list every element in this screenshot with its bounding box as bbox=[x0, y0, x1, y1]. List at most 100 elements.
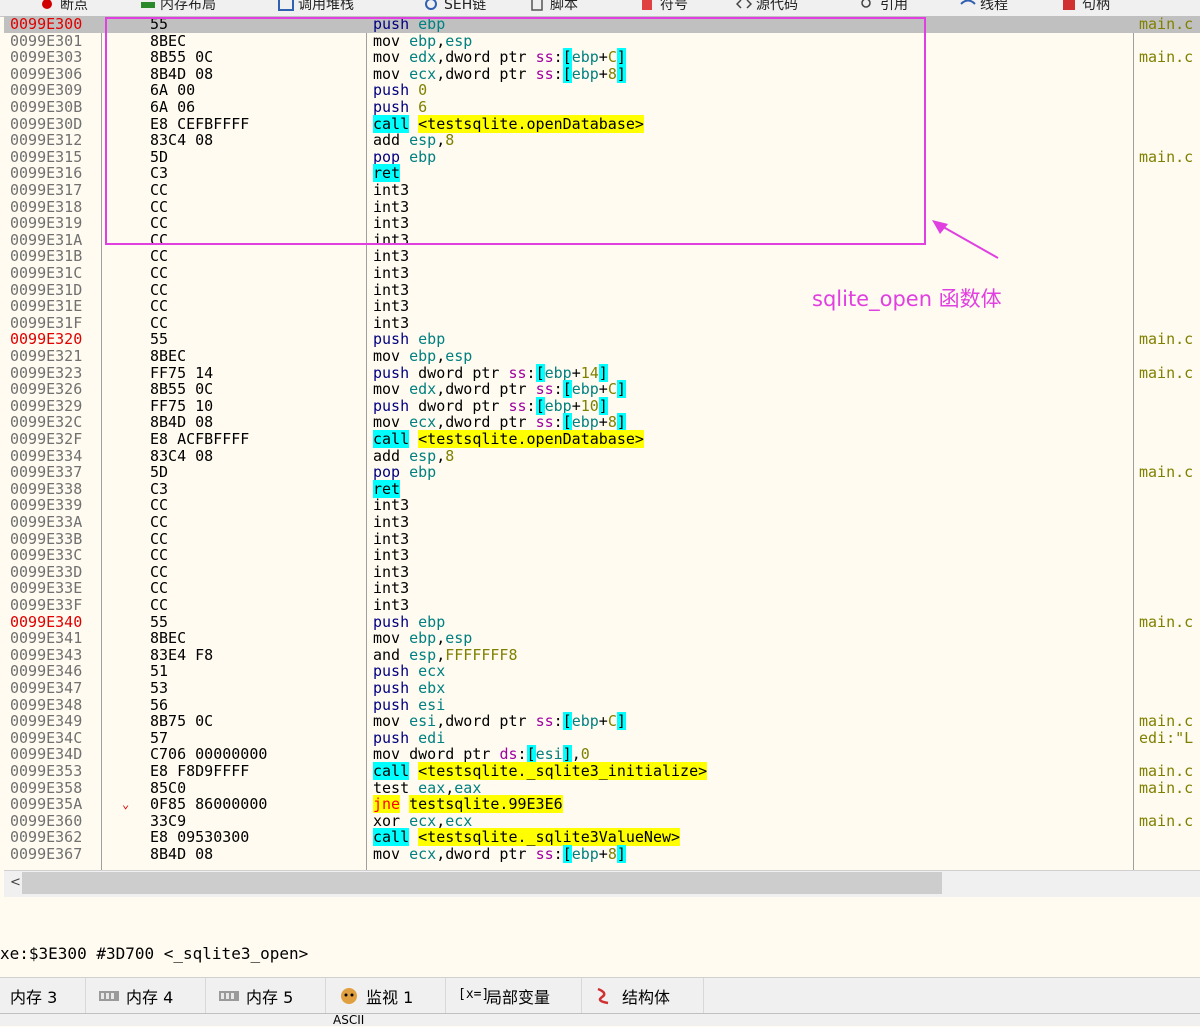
row-bytes: CC bbox=[150, 264, 169, 282]
row-instruction: push ebx bbox=[373, 679, 446, 697]
disasm-row[interactable]: 0099E341 8BEC mov ebp,esp bbox=[4, 630, 1200, 647]
disasm-row[interactable]: 0099E33F CC int3 bbox=[4, 597, 1200, 614]
row-address: 0099E35A bbox=[10, 795, 83, 814]
disasm-row[interactable]: 0099E339 CC int3 bbox=[4, 497, 1200, 514]
disasm-row[interactable]: 0099E337 5D pop ebp main.c bbox=[4, 464, 1200, 481]
disasm-row[interactable]: 0099E321 8BEC mov ebp,esp bbox=[4, 348, 1200, 365]
row-comment: main.c bbox=[1139, 811, 1194, 830]
tab-memory-4[interactable]: 内存 4 bbox=[88, 978, 206, 1014]
disasm-row[interactable]: 0099E353 E8 F8D9FFFF call <testsqlite._sql… bbox=[4, 762, 1200, 780]
disasm-row[interactable]: 0099E360 33C9 xor ecx,ecx main.c bbox=[4, 811, 1200, 830]
row-instruction: int3 bbox=[373, 596, 410, 614]
tab-memory-map[interactable]: 内存布局 bbox=[140, 0, 216, 15]
breakpoint-icon bbox=[40, 0, 54, 11]
disasm-row[interactable]: 0099E326 8B55 0C mov edx,dword ptr ss:[ebp… bbox=[4, 380, 1200, 399]
row-bytes: CC bbox=[150, 313, 169, 332]
tab-watch-1[interactable]: 监视 1 bbox=[328, 978, 446, 1014]
row-address: 0099E34D bbox=[10, 745, 83, 764]
tab-script[interactable]: 脚本 bbox=[530, 0, 578, 15]
row-address: 0099E31F bbox=[10, 313, 83, 332]
row-address: 0099E360 bbox=[10, 811, 83, 830]
disasm-row[interactable]: 0099E31E CC int3 bbox=[4, 298, 1200, 315]
tab-threads[interactable]: 线程 bbox=[960, 0, 1008, 15]
disasm-row[interactable]: 0099E33E CC int3 bbox=[4, 580, 1200, 597]
disasm-row[interactable]: 0099E31D CC int3 bbox=[4, 280, 1200, 299]
call-stack-icon bbox=[278, 0, 294, 11]
row-bytes: FF75 10 bbox=[150, 396, 214, 415]
row-bytes: 33C9 bbox=[150, 811, 187, 830]
disasm-row[interactable]: 0099E334 83C4 08 add esp,8 bbox=[4, 447, 1200, 465]
row-instruction: mov ebp,esp bbox=[373, 347, 473, 365]
row-instruction: ret bbox=[373, 479, 401, 498]
row-address: 0099E309 bbox=[10, 81, 83, 100]
disasm-row[interactable]: 0099E32C 8B4D 08 mov ecx,dword ptr ss:[ebp… bbox=[4, 413, 1200, 432]
disasm-row[interactable]: 0099E338 C3 ret bbox=[4, 479, 1200, 498]
disasm-row[interactable]: 0099E348 56 push esi bbox=[4, 695, 1200, 714]
row-comment: main.c bbox=[1139, 16, 1194, 33]
tab-handles[interactable]: 句柄 bbox=[1062, 0, 1110, 15]
row-address: 0099E33B bbox=[10, 529, 83, 548]
disasm-row[interactable]: 0099E34D C706 00000000 mov dword ptr ds:[e… bbox=[4, 745, 1200, 764]
tab-seh-chain[interactable]: SEH链 bbox=[424, 0, 486, 15]
disasm-row[interactable]: 0099E323 FF75 14 push dword ptr ss:[ebp+14… bbox=[4, 363, 1200, 382]
disasm-row[interactable]: 0099E346 51 push ecx bbox=[4, 663, 1200, 680]
disasm-row[interactable]: 0099E32F E8 ACFBFFFF call <testsqlite.open… bbox=[4, 430, 1200, 448]
tab-references[interactable]: 引用 bbox=[860, 0, 908, 15]
disasm-row[interactable]: 0099E33B CC int3 bbox=[4, 529, 1200, 548]
tab-breakpoints[interactable]: 断点 bbox=[40, 0, 88, 15]
row-bytes: 8BEC bbox=[150, 347, 187, 365]
bottom-dump-header: ASCII bbox=[0, 1013, 1200, 1027]
row-address: 0099E30B bbox=[10, 98, 83, 116]
row-address: 0099E33E bbox=[10, 579, 83, 598]
disasm-row[interactable]: 0099E343 83E4 F8 and esp,FFFFFFF8 bbox=[4, 645, 1200, 664]
disasm-row[interactable]: 0099E347 53 push ebx bbox=[4, 680, 1200, 697]
tab-struct[interactable]: 结构体 bbox=[584, 978, 704, 1014]
tab-memory-3[interactable]: 内存 3 bbox=[0, 978, 86, 1014]
row-instruction: and esp,FFFFFFF8 bbox=[373, 645, 518, 664]
row-bytes: CC bbox=[150, 546, 169, 565]
tab-call-stack[interactable]: 调用堆栈 bbox=[278, 0, 354, 15]
disasm-row[interactable]: 0099E33C CC int3 bbox=[4, 547, 1200, 564]
row-bytes: C706 00000000 bbox=[150, 745, 268, 764]
struct-icon bbox=[594, 987, 614, 1005]
row-address: 0099E33A bbox=[10, 513, 83, 531]
row-bytes: 53 bbox=[150, 679, 169, 697]
scroll-left-arrow-icon[interactable]: < bbox=[10, 875, 21, 890]
horizontal-scrollbar[interactable]: < bbox=[4, 870, 1200, 897]
row-bytes: C3 bbox=[150, 479, 169, 498]
disasm-row[interactable]: 0099E329 FF75 10 push dword ptr ss:[ebp+10… bbox=[4, 396, 1200, 415]
tab-symbols[interactable]: 符号 bbox=[640, 0, 688, 15]
row-address: 0099E337 bbox=[10, 463, 83, 482]
disasm-row[interactable]: 0099E33A CC int3 bbox=[4, 514, 1200, 531]
row-instruction: push dword ptr ss:[ebp+14] bbox=[373, 363, 608, 382]
disasm-row[interactable]: 0099E33D CC int3 bbox=[4, 562, 1200, 581]
threads-icon bbox=[960, 0, 976, 11]
row-bytes: CC bbox=[150, 596, 169, 614]
row-address: 0099E31D bbox=[10, 280, 83, 299]
disasm-row[interactable]: 0099E362 E8 09530300 call <testsqlite._sql… bbox=[4, 828, 1200, 847]
info-panel: xe:$3E300 #3D700 <_sqlite3_open> bbox=[0, 897, 1200, 977]
tab-memory-5[interactable]: 内存 5 bbox=[208, 978, 326, 1014]
row-address: 0099E315 bbox=[10, 147, 83, 166]
disasm-row[interactable]: 0099E35A ⌄ 0F85 86000000 jne testsqlite.99E… bbox=[4, 795, 1200, 814]
row-bytes: 56 bbox=[150, 695, 169, 714]
row-bytes: E8 09530300 bbox=[150, 828, 250, 847]
disasm-row[interactable]: 0099E31F CC int3 bbox=[4, 313, 1200, 332]
disasm-row[interactable]: 0099E349 8B75 0C mov esi,dword ptr ss:[ebp… bbox=[4, 712, 1200, 731]
tab-locals[interactable]: [x=] 局部变量 bbox=[448, 978, 582, 1014]
disasm-row[interactable]: 0099E34C 57 push edi edi:"L bbox=[4, 729, 1200, 747]
row-bytes: CC bbox=[150, 562, 169, 581]
disasm-row[interactable]: 0099E358 85C0 test eax,eax main.c bbox=[4, 779, 1200, 797]
disasm-row[interactable]: 0099E31C CC int3 bbox=[4, 265, 1200, 282]
row-address: 0099E323 bbox=[10, 363, 83, 382]
row-instruction: mov ebp,esp bbox=[373, 629, 473, 648]
disasm-row[interactable]: 0099E320 55 push ebp main.c bbox=[4, 331, 1200, 348]
disasm-row[interactable]: 0099E340 55 push ebp main.c bbox=[4, 613, 1200, 631]
disasm-row[interactable]: 0099E367 8B4D 08 mov ecx,dword ptr ss:[ebp… bbox=[4, 845, 1200, 863]
disasm-row[interactable]: 0099E31B CC int3 bbox=[4, 248, 1200, 265]
scrollbar-thumb[interactable] bbox=[22, 872, 942, 894]
tab-source[interactable]: 源代码 bbox=[735, 0, 798, 15]
row-instruction: mov ecx,dword ptr ss:[ebp+8] bbox=[373, 413, 626, 432]
row-instruction: push ecx bbox=[373, 662, 446, 681]
row-comment: main.c bbox=[1139, 363, 1194, 382]
